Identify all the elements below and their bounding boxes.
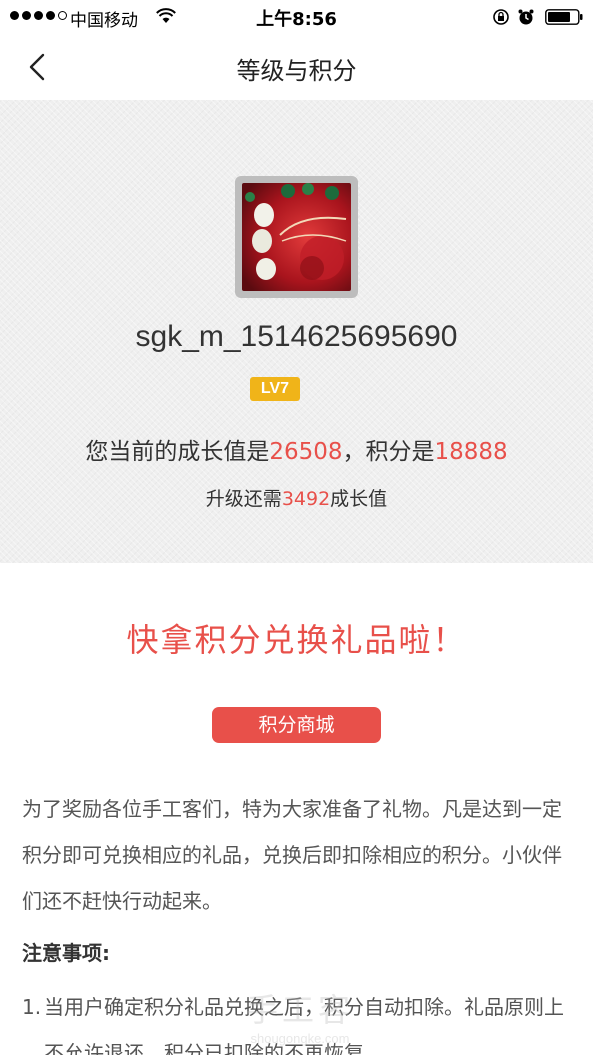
username: sgk_m_1514625695690 [135, 320, 458, 353]
notice-item: 1. 当用户确定积分礼品兑换之后，积分自动扣除。礼品原则上不允许退还，积分已扣除… [22, 984, 574, 1055]
promo-title: 快拿积分兑换礼品啦！ [126, 621, 467, 659]
notice-heading: 注意事项: [22, 941, 110, 965]
notice-item-number: 1. [22, 995, 42, 1019]
page-title: 等级与积分 [236, 57, 357, 85]
upgrade-suffix: 成长值 [330, 488, 388, 510]
points-value: 18888 [434, 439, 508, 465]
battery-icon [545, 9, 583, 25]
profile-header: sgk_m_1514625695690 LV7 您当前的成长值是26508，积分… [0, 100, 593, 563]
growth-prefix: 您当前的成长值是 [85, 439, 270, 465]
nav-bar: 等级与积分 [0, 34, 593, 100]
promo-description: 为了奖励各位手工客们，特为大家准备了礼物。凡是达到一定积分即可兑换相应的礼品，兑… [22, 797, 562, 913]
upgrade-value: 3492 [281, 488, 331, 510]
growth-value: 26508 [269, 439, 343, 465]
notice-item-text: 当用户确定积分礼品兑换之后，积分自动扣除。礼品原则上不允许退还，积分已扣除的不再… [44, 995, 564, 1055]
points-mall-button[interactable]: 积分商城 [212, 707, 381, 743]
level-badge: LV7 [250, 377, 300, 401]
points-prefix: ，积分是 [342, 439, 435, 465]
status-bar: 中国移动 上午8:56 [0, 0, 593, 34]
alarm-icon [518, 9, 534, 25]
avatar[interactable] [235, 176, 358, 298]
growth-summary: 您当前的成长值是26508，积分是18888 [0, 432, 593, 466]
upgrade-prefix: 升级还需 [205, 488, 282, 510]
avatar-image [242, 183, 351, 291]
upgrade-summary: 升级还需3492成长值 [0, 484, 593, 511]
rotation-lock-icon [493, 9, 509, 25]
